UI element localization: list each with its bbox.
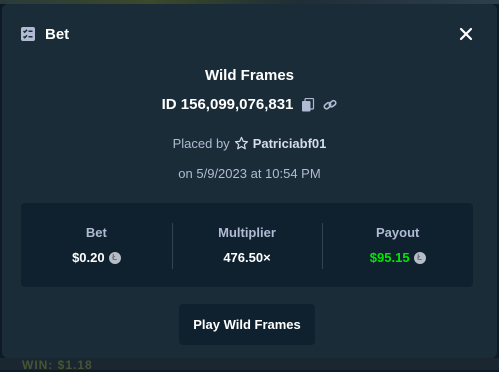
bet-date: on 5/9/2023 at 10:54 PM — [178, 166, 321, 181]
placed-by-row: Placed by Patriciabf01 — [2, 136, 497, 151]
modal-header: Bet — [20, 24, 479, 44]
bet-stats-panel: Bet $0.20 Ł Multiplier 476.50× Payout $9… — [21, 203, 473, 287]
litecoin-icon: Ł — [413, 251, 426, 264]
background-game-footer: WIN: $1.18 — [0, 358, 499, 372]
stat-bet: Bet $0.20 Ł — [21, 203, 172, 287]
stat-multiplier-value-row: 476.50× — [223, 250, 270, 265]
stat-multiplier-label: Multiplier — [218, 225, 276, 240]
stat-bet-value: $0.20 — [72, 250, 105, 265]
play-game-button[interactable]: Play Wild Frames — [179, 304, 315, 345]
stat-payout: Payout $95.15 Ł — [322, 203, 473, 287]
litecoin-icon: Ł — [108, 251, 121, 264]
stat-multiplier-value: 476.50× — [223, 250, 271, 265]
stat-bet-value-row: $0.20 Ł — [72, 250, 121, 265]
bet-slip-icon — [21, 27, 35, 41]
bet-id-row: ID 156,099,076,831 — [2, 96, 497, 113]
stat-bet-label: Bet — [85, 225, 107, 240]
stat-payout-label: Payout — [376, 225, 420, 240]
bet-details-modal: Bet Wild Frames ID 156,099,076,831 Place… — [2, 4, 497, 358]
placed-by-label: Placed by — [172, 136, 230, 151]
close-icon[interactable] — [457, 25, 475, 43]
stat-multiplier: Multiplier 476.50× — [171, 203, 323, 287]
stat-payout-value-row: $95.15 Ł — [370, 250, 426, 265]
star-icon — [234, 136, 248, 150]
game-name: Wild Frames — [204, 67, 295, 84]
username-link[interactable]: Patriciabf01 — [253, 136, 327, 151]
modal-title: Bet — [45, 25, 70, 43]
link-icon[interactable] — [323, 98, 337, 112]
stat-payout-value: $95.15 — [369, 250, 410, 265]
copy-icon[interactable] — [301, 97, 315, 112]
bet-id: ID 156,099,076,831 — [161, 96, 294, 113]
